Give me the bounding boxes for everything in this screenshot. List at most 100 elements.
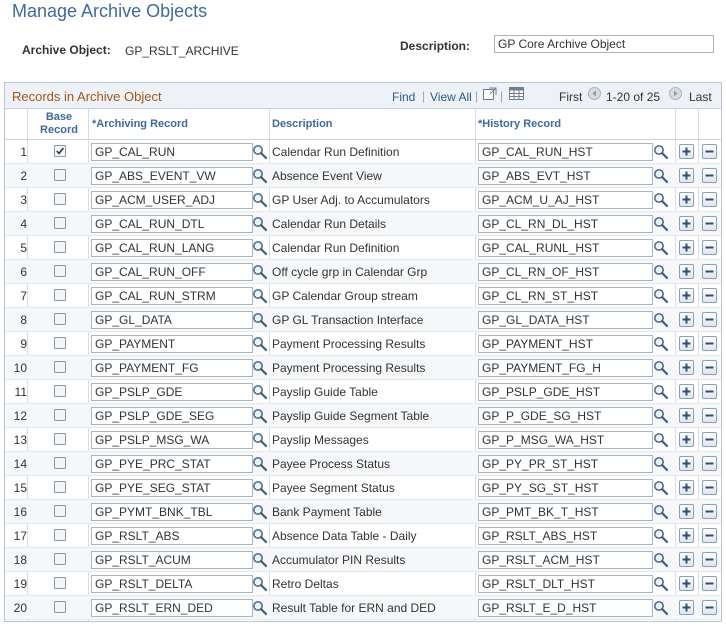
plus-icon[interactable] <box>679 216 694 231</box>
archiving-record-input[interactable]: GP_CAL_RUN <box>91 143 253 161</box>
archiving-record-input[interactable]: GP_RSLT_ERN_DED <box>91 599 253 617</box>
magnifier-icon[interactable] <box>252 528 268 544</box>
minus-icon[interactable] <box>702 360 717 375</box>
history-record-input[interactable]: GP_CL_RN_ST_HST <box>478 287 653 305</box>
plus-icon[interactable] <box>679 168 694 183</box>
plus-icon[interactable] <box>679 600 694 615</box>
history-record-input[interactable]: GP_RSLT_DLT_HST <box>478 575 653 593</box>
history-record-input[interactable]: GP_RSLT_ACM_HST <box>478 551 653 569</box>
base-record-checkbox[interactable] <box>54 505 66 517</box>
magnifier-icon[interactable] <box>653 264 669 280</box>
magnifier-icon[interactable] <box>252 216 268 232</box>
magnifier-icon[interactable] <box>252 432 268 448</box>
magnifier-icon[interactable] <box>252 336 268 352</box>
archiving-record-input[interactable]: GP_PYMT_BNK_TBL <box>91 503 253 521</box>
plus-icon[interactable] <box>679 360 694 375</box>
magnifier-icon[interactable] <box>252 264 268 280</box>
history-record-input[interactable]: GP_P_MSG_WA_HST <box>478 431 653 449</box>
minus-icon[interactable] <box>702 168 717 183</box>
base-record-checkbox[interactable] <box>54 289 66 301</box>
plus-icon[interactable] <box>679 288 694 303</box>
archiving-record-input[interactable]: GP_RSLT_DELTA <box>91 575 253 593</box>
base-record-checkbox[interactable] <box>54 169 66 181</box>
history-record-input[interactable]: GP_ABS_EVT_HST <box>478 167 653 185</box>
history-record-input[interactable]: GP_P_GDE_SG_HST <box>478 407 653 425</box>
plus-icon[interactable] <box>679 432 694 447</box>
history-record-input[interactable]: GP_CAL_RUNL_HST <box>478 239 653 257</box>
base-record-checkbox[interactable] <box>54 241 66 253</box>
base-record-checkbox[interactable] <box>54 553 66 565</box>
plus-icon[interactable] <box>679 312 694 327</box>
archiving-record-input[interactable]: GP_CAL_RUN_LANG <box>91 239 253 257</box>
minus-icon[interactable] <box>702 480 717 495</box>
magnifier-icon[interactable] <box>653 432 669 448</box>
minus-icon[interactable] <box>702 264 717 279</box>
plus-icon[interactable] <box>679 192 694 207</box>
plus-icon[interactable] <box>679 144 694 159</box>
plus-icon[interactable] <box>679 384 694 399</box>
plus-icon[interactable] <box>679 528 694 543</box>
minus-icon[interactable] <box>702 312 717 327</box>
archiving-record-input[interactable]: GP_CAL_RUN_DTL <box>91 215 253 233</box>
magnifier-icon[interactable] <box>252 240 268 256</box>
minus-icon[interactable] <box>702 552 717 567</box>
magnifier-icon[interactable] <box>252 456 268 472</box>
history-record-input[interactable]: GP_PAYMENT_HST <box>478 335 653 353</box>
minus-icon[interactable] <box>702 408 717 423</box>
magnifier-icon[interactable] <box>653 552 669 568</box>
magnifier-icon[interactable] <box>252 600 268 616</box>
archiving-record-input[interactable]: GP_CAL_RUN_STRM <box>91 287 253 305</box>
magnifier-icon[interactable] <box>653 168 669 184</box>
zoom-grid-icon[interactable] <box>483 87 497 100</box>
find-link[interactable]: Find <box>392 90 415 104</box>
minus-icon[interactable] <box>702 384 717 399</box>
plus-icon[interactable] <box>679 504 694 519</box>
minus-icon[interactable] <box>702 288 717 303</box>
base-record-checkbox[interactable] <box>54 577 66 589</box>
history-record-input[interactable]: GP_RSLT_E_D_HST <box>478 599 653 617</box>
history-record-input[interactable]: GP_PAYMENT_FG_H <box>478 359 653 377</box>
history-record-input[interactable]: GP_CAL_RUN_HST <box>478 143 653 161</box>
magnifier-icon[interactable] <box>653 384 669 400</box>
description-field[interactable]: GP Core Archive Object <box>494 35 714 53</box>
base-record-checkbox[interactable] <box>54 601 66 613</box>
magnifier-icon[interactable] <box>252 384 268 400</box>
magnifier-icon[interactable] <box>653 456 669 472</box>
magnifier-icon[interactable] <box>252 168 268 184</box>
archiving-record-input[interactable]: GP_CAL_RUN_OFF <box>91 263 253 281</box>
history-record-input[interactable]: GP_ACM_U_AJ_HST <box>478 191 653 209</box>
magnifier-icon[interactable] <box>252 288 268 304</box>
minus-icon[interactable] <box>702 240 717 255</box>
column-header-history-record[interactable]: *History Record <box>478 109 668 139</box>
minus-icon[interactable] <box>702 576 717 591</box>
history-record-input[interactable]: GP_CL_RN_DL_HST <box>478 215 653 233</box>
column-header-archiving-record[interactable]: *Archiving Record <box>92 109 262 139</box>
plus-icon[interactable] <box>679 576 694 591</box>
magnifier-icon[interactable] <box>252 144 268 160</box>
archiving-record-input[interactable]: GP_PSLP_GDE <box>91 383 253 401</box>
base-record-checkbox[interactable] <box>54 457 66 469</box>
archiving-record-input[interactable]: GP_PAYMENT_FG <box>91 359 253 377</box>
base-record-checkbox[interactable] <box>54 337 66 349</box>
archiving-record-input[interactable]: GP_PYE_PRC_STAT <box>91 455 253 473</box>
magnifier-icon[interactable] <box>653 312 669 328</box>
plus-icon[interactable] <box>679 336 694 351</box>
download-grid-icon[interactable] <box>509 87 524 100</box>
magnifier-icon[interactable] <box>653 576 669 592</box>
minus-icon[interactable] <box>702 600 717 615</box>
plus-icon[interactable] <box>679 456 694 471</box>
magnifier-icon[interactable] <box>653 528 669 544</box>
archiving-record-input[interactable]: GP_RSLT_ACUM <box>91 551 253 569</box>
magnifier-icon[interactable] <box>252 576 268 592</box>
magnifier-icon[interactable] <box>653 600 669 616</box>
column-header-description[interactable]: Description <box>272 109 472 139</box>
magnifier-icon[interactable] <box>252 504 268 520</box>
archiving-record-input[interactable]: GP_RSLT_ABS <box>91 527 253 545</box>
magnifier-icon[interactable] <box>653 192 669 208</box>
magnifier-icon[interactable] <box>653 336 669 352</box>
base-record-checkbox[interactable] <box>54 217 66 229</box>
history-record-input[interactable]: GP_GL_DATA_HST <box>478 311 653 329</box>
history-record-input[interactable]: GP_PY_SG_ST_HST <box>478 479 653 497</box>
history-record-input[interactable]: GP_CL_RN_OF_HST <box>478 263 653 281</box>
magnifier-icon[interactable] <box>252 192 268 208</box>
